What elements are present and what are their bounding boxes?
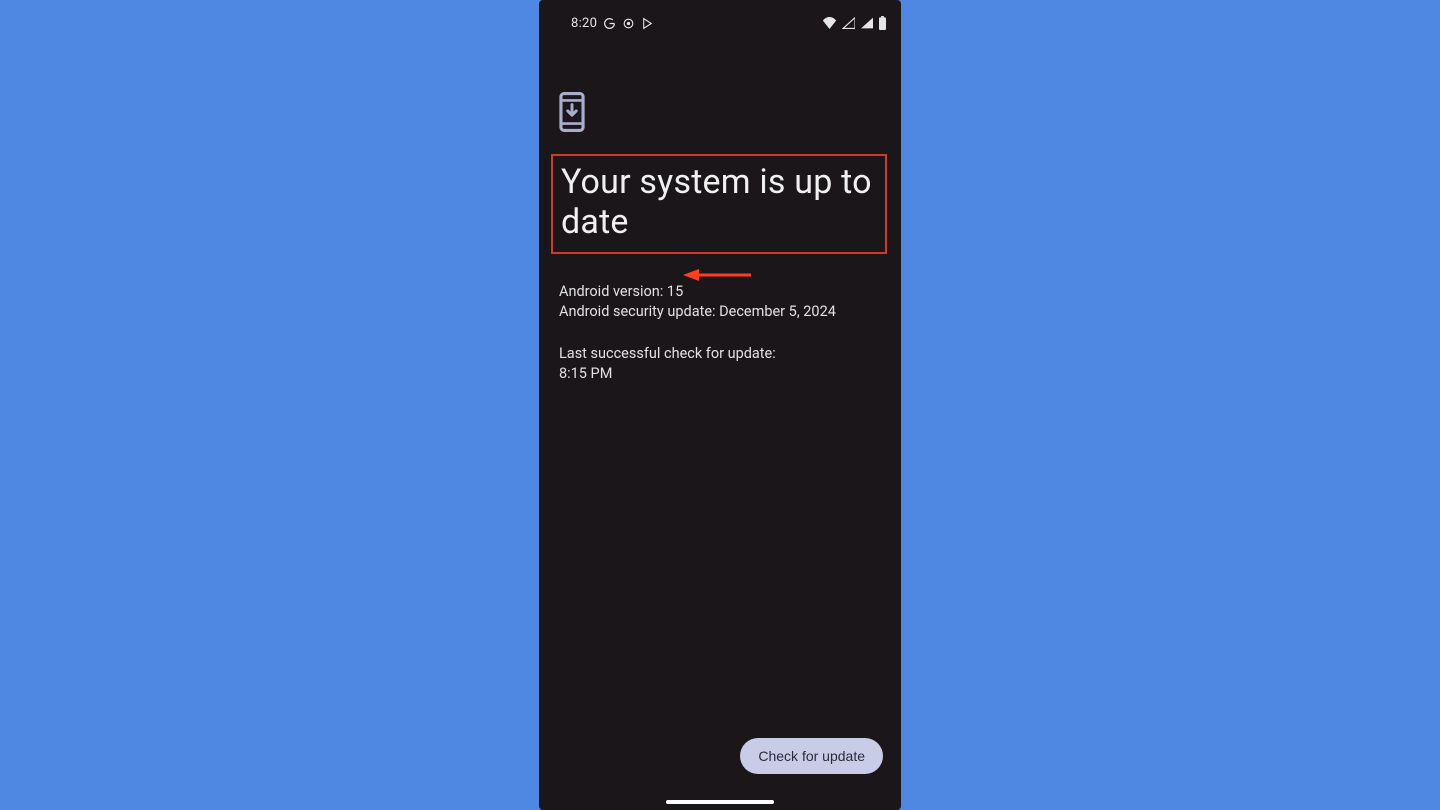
status-right <box>822 16 887 30</box>
last-check-label: Last successful check for update: <box>559 344 881 364</box>
status-bar: 8:20 <box>539 0 901 38</box>
last-check-time: 8:15 PM <box>559 364 881 384</box>
phone-frame: 8:20 <box>539 0 901 810</box>
android-version-value: 15 <box>667 283 683 300</box>
system-update-content: Your system is up to date Android versio… <box>539 38 901 384</box>
version-info-block: Android version: 15 Android security upd… <box>559 282 881 322</box>
target-icon <box>622 17 635 30</box>
signal-empty-icon <box>842 17 855 29</box>
play-store-icon <box>641 17 654 30</box>
status-time: 8:20 <box>571 16 597 31</box>
signal-icon <box>860 17 873 29</box>
wifi-icon <box>822 17 837 29</box>
phone-download-icon <box>559 92 881 136</box>
security-update-value: December 5, 2024 <box>719 303 836 320</box>
check-for-update-button[interactable]: Check for update <box>740 738 883 774</box>
status-left: 8:20 <box>571 16 654 31</box>
security-update-label: Android security update: <box>559 303 719 320</box>
gesture-nav-handle[interactable] <box>666 800 774 804</box>
title-highlight-box: Your system is up to date <box>551 154 887 254</box>
android-version-label: Android version: <box>559 283 667 300</box>
battery-icon <box>878 16 887 30</box>
last-check-block: Last successful check for update: 8:15 P… <box>559 344 881 384</box>
page-title: Your system is up to date <box>561 162 877 242</box>
android-version-line: Android version: 15 <box>559 282 881 302</box>
google-g-icon <box>603 17 616 30</box>
security-update-line: Android security update: December 5, 202… <box>559 302 881 322</box>
